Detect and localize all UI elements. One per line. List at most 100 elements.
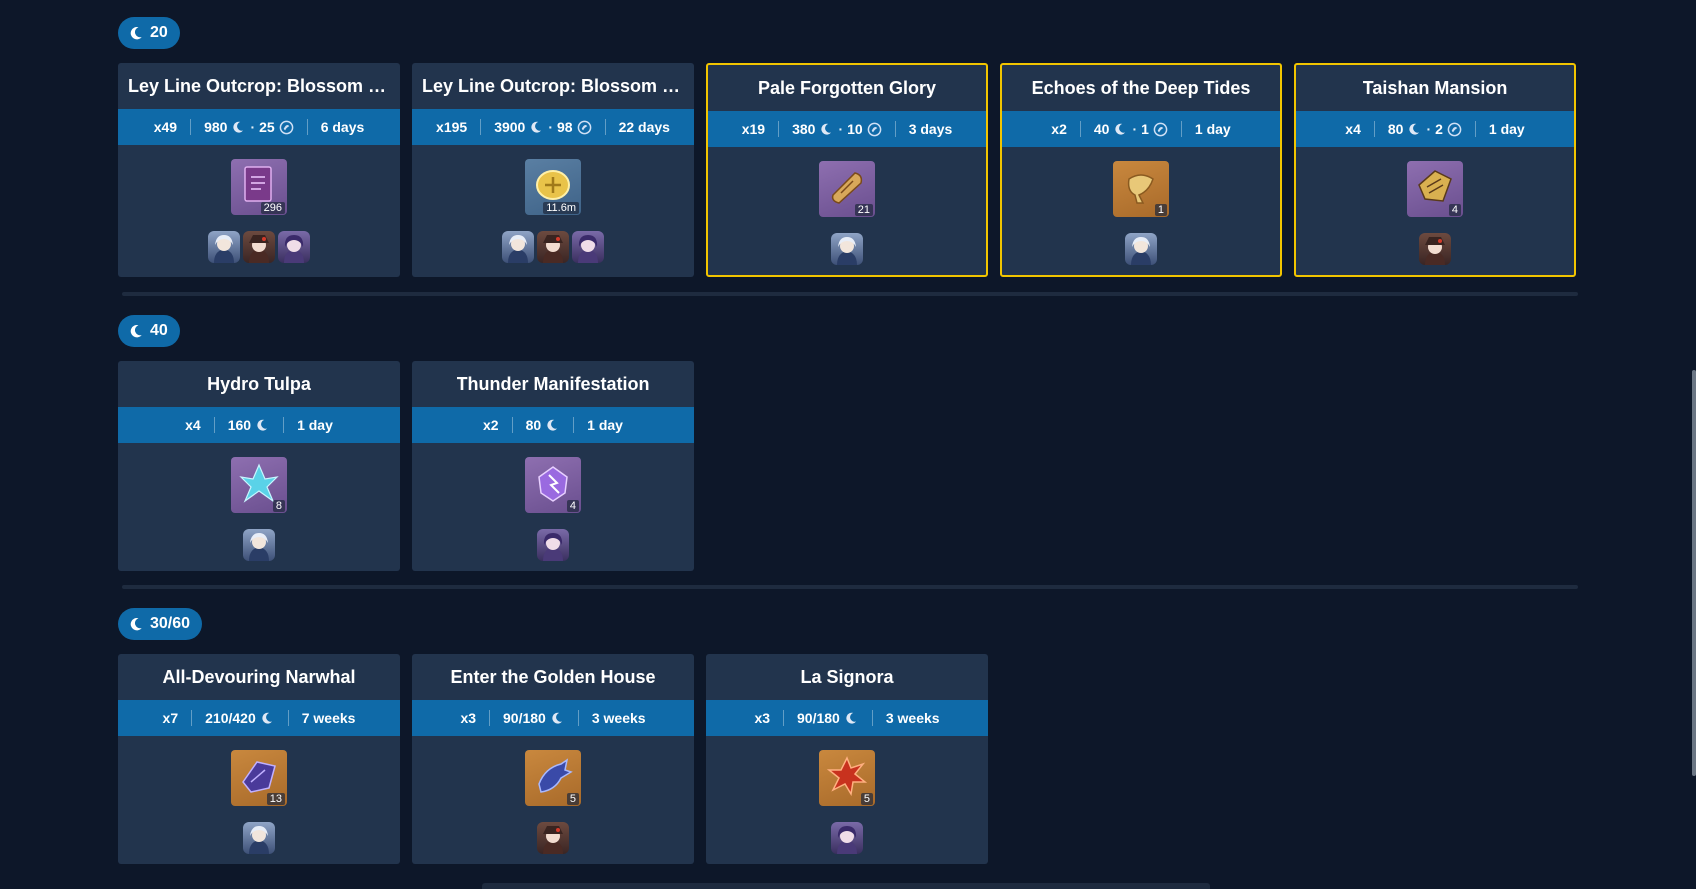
furina-avatar[interactable] xyxy=(831,233,863,265)
resin-moon-icon xyxy=(128,25,144,41)
domain-title: Taishan Mansion xyxy=(1296,65,1574,111)
section-divider xyxy=(122,292,1578,296)
domain-card[interactable]: All-Devouring Narwhal x7 210/420 7 weeks 13 xyxy=(118,654,400,864)
raiden-avatar[interactable] xyxy=(278,231,310,263)
domain-card[interactable]: Hydro Tulpa x4 160 1 day 8 xyxy=(118,361,400,571)
resin-moon-icon xyxy=(255,418,270,433)
material-item[interactable]: 5 xyxy=(819,750,875,806)
domain-card-row: Hydro Tulpa x4 160 1 day 8 Thunder Manifestat… xyxy=(118,361,694,571)
time-estimate: 3 days xyxy=(894,121,966,137)
domain-card[interactable]: Taishan Mansion x4 80 · 2 1 day 4 xyxy=(1294,63,1576,277)
resin-moon-icon xyxy=(260,711,275,726)
run-count: x3 xyxy=(741,710,783,726)
raiden-avatar[interactable] xyxy=(537,529,569,561)
page-scrollbar[interactable] xyxy=(1692,370,1696,776)
domain-card[interactable]: La Signora x3 90/180 3 weeks 5 xyxy=(706,654,988,864)
material-count: 4 xyxy=(1448,204,1461,216)
domain-title: Ley Line Outcrop: Blossom of ... xyxy=(412,63,694,109)
domain-stats-bar: x2 80 1 day xyxy=(412,407,694,443)
material-count: 21 xyxy=(854,204,873,216)
character-avatars xyxy=(537,822,569,854)
domain-drops: 21 xyxy=(708,147,986,275)
material-item[interactable]: 1 xyxy=(1113,161,1169,217)
domain-card[interactable]: Thunder Manifestation x2 80 1 day 4 xyxy=(412,361,694,571)
domain-card-row: Ley Line Outcrop: Blossom of ... x49 980 · 2… xyxy=(118,63,1576,277)
furina-avatar[interactable] xyxy=(502,231,534,263)
resin-cost-label: 20 xyxy=(150,24,168,41)
domain-title-text: Taishan Mansion xyxy=(1362,77,1508,98)
resin-total: 160 xyxy=(213,417,283,433)
section-divider xyxy=(122,585,1578,589)
character-avatars xyxy=(537,529,569,561)
resin-moon-icon xyxy=(529,120,544,135)
separator-dot: · xyxy=(838,121,844,137)
domain-stats-bar: x2 40 · 1 1 day xyxy=(1002,111,1280,147)
hutao-avatar[interactable] xyxy=(1419,233,1451,265)
furina-avatar[interactable] xyxy=(208,231,240,263)
material-item[interactable]: 13 xyxy=(231,750,287,806)
domain-title-text: Enter the Golden House xyxy=(450,666,656,687)
domain-title-text: Ley Line Outcrop: Blossom of ... xyxy=(422,75,684,96)
hutao-avatar[interactable] xyxy=(537,822,569,854)
domain-drops: 5 xyxy=(706,736,988,864)
material-item[interactable]: 4 xyxy=(525,457,581,513)
run-count: x3 xyxy=(447,710,489,726)
furina-avatar[interactable] xyxy=(243,529,275,561)
resin-cost-badge: 20 xyxy=(118,17,180,49)
resin-total-value: 90/180 xyxy=(503,710,546,726)
domain-stats-bar: x7 210/420 7 weeks xyxy=(118,700,400,736)
domain-title: Pale Forgotten Glory xyxy=(708,65,986,111)
resin-moon-icon xyxy=(128,616,144,632)
material-item[interactable]: 21 xyxy=(819,161,875,217)
material-item[interactable]: 296 xyxy=(231,159,287,215)
hutao-avatar[interactable] xyxy=(537,231,569,263)
domain-title: La Signora xyxy=(706,654,988,700)
resin-total-value: 160 xyxy=(227,417,252,433)
character-avatars xyxy=(502,231,604,263)
domain-drops: 11.6m xyxy=(412,145,694,273)
time-estimate: 6 days xyxy=(306,119,378,135)
material-count: 8 xyxy=(272,500,285,512)
run-count: x2 xyxy=(1038,121,1080,137)
run-count-value: x4 xyxy=(185,417,201,433)
material-item[interactable]: 5 xyxy=(525,750,581,806)
separator-dot: · xyxy=(250,119,256,135)
domain-card[interactable]: Ley Line Outcrop: Blossom of ... x49 980 · 2… xyxy=(118,63,400,277)
time-estimate-value: 1 day xyxy=(1488,121,1525,137)
material-count: 5 xyxy=(860,793,873,805)
furina-avatar[interactable] xyxy=(243,822,275,854)
time-estimate-value: 1 day xyxy=(297,417,333,433)
raiden-avatar[interactable] xyxy=(572,231,604,263)
time-estimate: 3 weeks xyxy=(577,710,659,726)
resin-total: 3900 · 98 xyxy=(480,119,604,135)
resin-cost-badge: 40 xyxy=(118,315,180,347)
fragile-resin-value: 25 xyxy=(259,119,275,135)
hutao-avatar[interactable] xyxy=(243,231,275,263)
material-count: 13 xyxy=(266,793,285,805)
character-avatars xyxy=(208,231,310,263)
resin-moon-icon xyxy=(819,122,834,137)
run-count-value: x195 xyxy=(436,119,468,135)
domain-card[interactable]: Echoes of the Deep Tides x2 40 · 1 1 day 1 xyxy=(1000,63,1282,277)
run-count: x19 xyxy=(729,121,778,137)
furina-avatar[interactable] xyxy=(1125,233,1157,265)
resin-total: 80 · 2 xyxy=(1373,121,1475,137)
resin-total: 40 · 1 xyxy=(1079,121,1181,137)
domain-card[interactable]: Ley Line Outcrop: Blossom of ... x195 3900… xyxy=(412,63,694,277)
domain-stats-bar: x49 980 · 25 6 days xyxy=(118,109,400,145)
resin-total-value: 80 xyxy=(1387,121,1404,137)
resin-moon-icon xyxy=(128,323,144,339)
run-count-value: x2 xyxy=(483,417,499,433)
raiden-avatar[interactable] xyxy=(831,822,863,854)
resin-total: 980 · 25 xyxy=(190,119,307,135)
material-item[interactable]: 11.6m xyxy=(525,159,581,215)
domain-drops: 4 xyxy=(412,443,694,571)
domain-card[interactable]: Pale Forgotten Glory x19 380 · 10 3 days 21 xyxy=(706,63,988,277)
domain-drops: 5 xyxy=(412,736,694,864)
material-item[interactable]: 4 xyxy=(1407,161,1463,217)
material-item[interactable]: 8 xyxy=(231,457,287,513)
run-count: x4 xyxy=(1332,121,1374,137)
domain-title: Hydro Tulpa xyxy=(118,361,400,407)
domain-card[interactable]: Enter the Golden House x3 90/180 3 weeks 5 xyxy=(412,654,694,864)
time-estimate-value: 6 days xyxy=(320,119,365,135)
